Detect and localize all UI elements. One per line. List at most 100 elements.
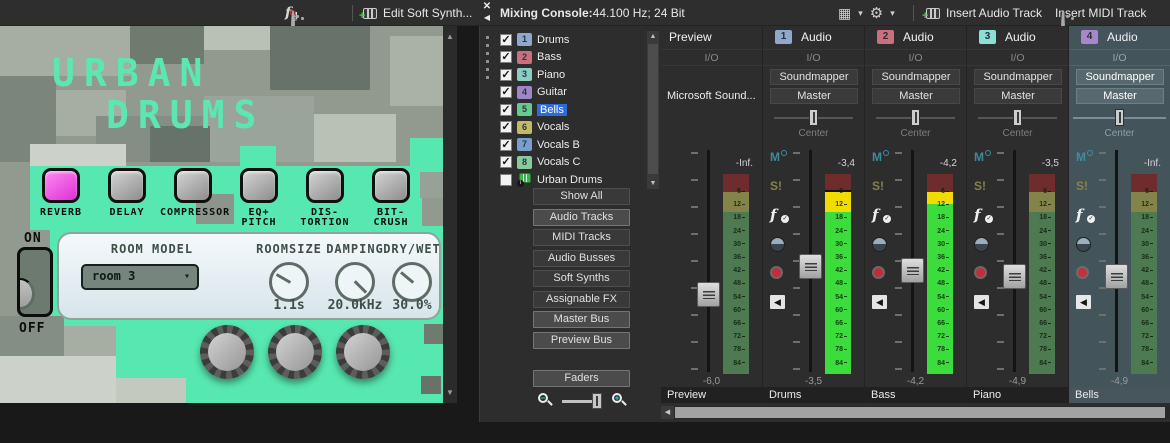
output-bus-button[interactable]: Master	[770, 88, 858, 104]
track-row-piano[interactable]: 3Piano	[500, 66, 647, 84]
fader-handle[interactable]	[1105, 264, 1128, 289]
bitcrush-button[interactable]	[372, 168, 410, 203]
fader-handle[interactable]	[799, 254, 822, 279]
io-button[interactable]: I/O	[967, 49, 1068, 66]
zoom-in-button[interactable]: +	[612, 393, 627, 408]
track-checkbox[interactable]	[500, 156, 512, 168]
scroll-down-icon[interactable]: ▼	[647, 180, 659, 187]
track-name[interactable]: Drums	[537, 34, 569, 46]
mute-icon[interactable]: M	[770, 150, 787, 166]
io-button[interactable]: I/O	[763, 49, 864, 66]
track-checkbox[interactable]	[500, 139, 512, 151]
fader-track[interactable]	[707, 150, 710, 372]
edit-soft-synth-button[interactable]: Edit Soft Synth...	[383, 6, 472, 20]
track-row-guitar[interactable]: 4Guitar	[500, 84, 647, 102]
filter-audio-tracks[interactable]: Audio Tracks	[533, 209, 630, 226]
track-row-vocals-c[interactable]: 8Vocals C	[500, 154, 647, 172]
solo-icon[interactable]: S!	[770, 179, 787, 195]
channel-name[interactable]: Piano	[967, 387, 1068, 403]
fx-icon[interactable]: f✓	[1076, 206, 1093, 222]
drywet-knob[interactable]	[392, 262, 432, 302]
track-row-bass[interactable]: 2Bass	[500, 49, 647, 67]
record-icon[interactable]	[1076, 266, 1089, 279]
mixer-channel-piano[interactable]: 3Audio I/O Soundmapper Master Center M S…	[967, 26, 1069, 403]
pan-handle[interactable]	[1013, 109, 1022, 126]
scrollbar-thumb[interactable]	[675, 407, 1165, 418]
aux-send-icon[interactable]	[1076, 237, 1091, 252]
macro-knob-2[interactable]	[268, 325, 322, 379]
io-button[interactable]: I/O	[865, 49, 966, 66]
fx-icon[interactable]: f✓	[974, 206, 991, 222]
mute-icon[interactable]: M	[872, 150, 889, 166]
track-row-vocals-b[interactable]: 7Vocals B	[500, 136, 647, 154]
aux-send-icon[interactable]	[770, 237, 785, 252]
grid-dropdown-icon[interactable]: ▾	[858, 8, 863, 19]
track-row-drums[interactable]: 1Drums	[500, 31, 647, 49]
monitor-icon[interactable]: ◀	[872, 295, 887, 309]
eq-pitch-button[interactable]	[240, 168, 278, 203]
soundmapper-button[interactable]: Soundmapper	[872, 69, 960, 85]
reverb-button[interactable]	[42, 168, 80, 203]
close-icon[interactable]: ✕	[483, 2, 491, 12]
fx-icon[interactable]: f✓	[770, 206, 787, 222]
track-row-vocals[interactable]: 6Vocals	[500, 119, 647, 137]
zoom-slider-handle[interactable]	[592, 393, 602, 409]
scroll-up-icon[interactable]: ▲	[443, 32, 457, 41]
scroll-down-icon[interactable]: ▼	[443, 388, 457, 397]
compressor-button[interactable]	[174, 168, 212, 203]
monitor-icon[interactable]: ◀	[1076, 295, 1091, 309]
monitor-icon[interactable]: ◀	[770, 295, 785, 309]
filter-show-all[interactable]: Show All	[533, 188, 630, 205]
soundmapper-button[interactable]: Soundmapper	[770, 69, 858, 85]
mixer-channel-preview[interactable]: Preview I/O Microsoft Sound... -Inf. 612…	[661, 26, 763, 403]
record-icon[interactable]	[872, 266, 885, 279]
fader-handle[interactable]	[901, 258, 924, 283]
track-name[interactable]: Bass	[537, 51, 561, 63]
track-row-bells[interactable]: 5Bells	[500, 101, 647, 119]
power-switch[interactable]	[17, 247, 53, 317]
pan-control[interactable]: Center	[865, 108, 966, 142]
pan-handle[interactable]	[1115, 109, 1124, 126]
scroll-up-icon[interactable]: ▲	[647, 33, 659, 40]
filter-soft-synths[interactable]: Soft Synths	[533, 270, 630, 287]
pan-control[interactable]: Center	[967, 108, 1068, 142]
solo-icon[interactable]: S!	[872, 179, 889, 195]
fx-settings-icon[interactable]: f⚙	[285, 5, 291, 21]
distortion-button[interactable]	[306, 168, 344, 203]
soundmapper-button[interactable]: Soundmapper	[1076, 69, 1164, 85]
track-checkbox[interactable]	[500, 121, 512, 133]
pan-handle[interactable]	[809, 109, 818, 126]
track-name[interactable]: Vocals C	[537, 156, 580, 168]
track-checkbox[interactable]	[500, 69, 512, 81]
pan-control[interactable]: Center	[1069, 108, 1170, 142]
pan-handle[interactable]	[911, 109, 920, 126]
track-name[interactable]: Vocals B	[537, 139, 580, 151]
mixer-horizontal-scrollbar[interactable]: ◀	[661, 406, 1170, 419]
scroll-left-icon[interactable]: ◀	[661, 406, 674, 419]
track-name[interactable]: Guitar	[537, 86, 567, 98]
faders-button[interactable]: Faders	[533, 370, 630, 387]
channel-name[interactable]: Drums	[763, 387, 864, 403]
output-bus-button[interactable]: Master	[974, 88, 1062, 104]
track-checkbox[interactable]	[500, 104, 512, 116]
track-name[interactable]: Vocals	[537, 121, 569, 133]
filter-midi-tracks[interactable]: MIDI Tracks	[533, 229, 630, 246]
mute-icon[interactable]: M	[1076, 150, 1093, 166]
macro-knob-3[interactable]	[336, 325, 390, 379]
roomsize-knob[interactable]	[269, 262, 309, 302]
channel-name[interactable]: Preview	[661, 387, 762, 403]
filter-preview-bus[interactable]: Preview Bus	[533, 332, 630, 349]
solo-icon[interactable]: S!	[974, 179, 991, 195]
drag-handle[interactable]	[486, 36, 489, 82]
fx-icon[interactable]: f✓	[872, 206, 889, 222]
fader-track[interactable]	[1115, 150, 1118, 372]
pan-control[interactable]: Center	[763, 108, 864, 142]
record-icon[interactable]	[770, 266, 783, 279]
insert-midi-track-button[interactable]: Insert MIDI Track	[1055, 6, 1146, 20]
gear-dropdown-icon[interactable]: ▾	[890, 8, 895, 19]
mixer-channel-drums[interactable]: 1Audio I/O Soundmapper Master Center M S…	[763, 26, 865, 403]
channel-name[interactable]: Bells	[1069, 387, 1170, 403]
macro-knob-1[interactable]	[200, 325, 254, 379]
output-bus-button[interactable]: Master	[1076, 88, 1164, 104]
filter-audio-busses[interactable]: Audio Busses	[533, 250, 630, 267]
